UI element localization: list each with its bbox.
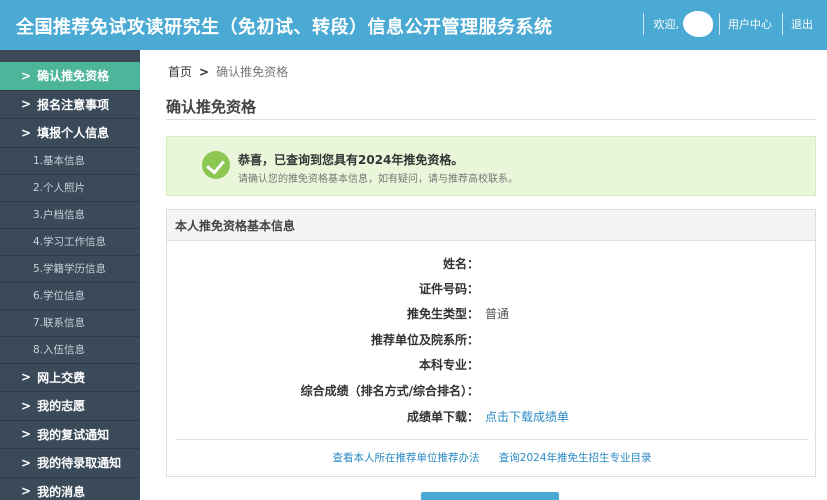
field-candidate-type: 推免生类型： 普通 <box>167 303 817 323</box>
field-overall-score: 综合成绩（排名方式/综合排名）： <box>167 380 817 400</box>
sidebar-item-confirm-eligibility[interactable]: > 确认推免资格 <box>0 62 140 91</box>
major-catalog-link[interactable]: 查询2024年推免生招生专业目录 <box>499 452 652 464</box>
sidebar-item-messages[interactable]: > 我的消息 <box>0 478 140 500</box>
sidebar-item-basic-info[interactable]: 1.基本信息 <box>0 148 140 175</box>
breadcrumb: 首页 > 确认推免资格 <box>168 63 288 80</box>
breadcrumb-home[interactable]: 首页 <box>168 63 192 80</box>
field-label: 综合成绩（排名方式/综合排名）： <box>300 384 479 398</box>
top-header: 全国推荐免试攻读研究生（免初试、转段）信息公开管理服务系统 欢迎, 用户中心 退… <box>0 0 827 50</box>
alert-sub-message: 请确认您的推免资格基本信息，如有疑问，请与推荐高校联系。 <box>238 174 518 185</box>
user-area: 欢迎, 用户中心 退出 <box>642 10 813 38</box>
field-label: 推荐单位及院系所： <box>370 333 479 347</box>
header-divider <box>782 13 783 35</box>
logout-link[interactable]: 退出 <box>791 16 813 32</box>
download-transcript-link[interactable]: 点击下载成绩单 <box>485 408 569 425</box>
panel-footer-links: 查看本人所在推荐单位推荐办法 查询2024年推免生招生专业目录 <box>167 450 817 465</box>
field-recommending-unit: 推荐单位及院系所： <box>167 329 817 349</box>
sidebar-item-education[interactable]: 5.学籍学历信息 <box>0 256 140 283</box>
sidebar-item-photo[interactable]: 2.个人照片 <box>0 175 140 202</box>
chevron-right-icon: > <box>21 398 32 413</box>
sidebar-item-admission-notice[interactable]: > 我的待录取通知 <box>0 449 140 478</box>
field-label: 姓名： <box>442 257 479 271</box>
field-id-number: 证件号码： <box>167 278 817 298</box>
chevron-right-icon: > <box>21 370 32 385</box>
field-transcript-download: 成绩单下载： 点击下载成绩单 <box>167 406 817 426</box>
chevron-right-icon: > <box>21 97 32 112</box>
chevron-right-icon: > <box>199 64 210 79</box>
system-title: 全国推荐免试攻读研究生（免初试、转段）信息公开管理服务系统 <box>16 17 553 38</box>
field-major: 本科专业： <box>167 354 817 374</box>
sidebar-item-applications[interactable]: > 我的志愿 <box>0 392 140 421</box>
chevron-right-icon: > <box>21 484 32 499</box>
user-center-link[interactable]: 用户中心 <box>728 16 772 32</box>
chevron-right-icon: > <box>21 455 32 470</box>
recommend-method-link[interactable]: 查看本人所在推荐单位推荐办法 <box>332 452 479 464</box>
check-circle-icon <box>202 151 230 179</box>
sidebar-item-interview-notice[interactable]: > 我的复试通知 <box>0 421 140 449</box>
field-label: 证件号码： <box>418 282 479 296</box>
sidebar-item-personal-info[interactable]: > 填报个人信息 <box>0 119 140 148</box>
field-label: 本科专业： <box>418 358 479 372</box>
panel-title: 本人推免资格基本信息 <box>167 210 815 241</box>
chevron-right-icon: > <box>21 427 32 442</box>
header-divider <box>719 13 720 35</box>
sidebar-item-notes[interactable]: > 报名注意事项 <box>0 91 140 119</box>
confirm-button[interactable] <box>421 492 559 500</box>
field-label: 推免生类型： <box>406 307 479 321</box>
sidebar-item-study-work[interactable]: 4.学习工作信息 <box>0 229 140 256</box>
sidebar-item-military[interactable]: 8.入伍信息 <box>0 337 140 364</box>
eligibility-info-panel: 本人推免资格基本信息 姓名： 证件号码： 推免生类型： 普通 推荐单位及院系所：… <box>166 209 816 477</box>
sidebar-item-contact[interactable]: 7.联系信息 <box>0 310 140 337</box>
chevron-right-icon: > <box>21 68 32 83</box>
alert-message: 恭喜，已查询到您具有2024年推免资格。 <box>238 153 464 167</box>
title-divider <box>166 119 816 120</box>
sidebar-nav: > 确认推免资格 > 报名注意事项 > 填报个人信息 1.基本信息 2.个人照片 3.… <box>0 50 140 500</box>
panel-divider <box>175 439 809 440</box>
breadcrumb-current: 确认推免资格 <box>216 65 289 79</box>
user-avatar <box>683 11 713 37</box>
chevron-right-icon: > <box>21 125 32 140</box>
sidebar-item-payment[interactable]: > 网上交费 <box>0 364 140 392</box>
field-name: 姓名： <box>167 253 817 273</box>
sidebar-item-household[interactable]: 3.户档信息 <box>0 202 140 229</box>
sidebar-item-degree[interactable]: 6.学位信息 <box>0 283 140 310</box>
welcome-text: 欢迎, <box>653 18 680 31</box>
field-label: 成绩单下载： <box>406 410 479 424</box>
header-divider <box>642 13 644 35</box>
success-alert: 恭喜，已查询到您具有2024年推免资格。 请确认您的推免资格基本信息，如有疑问，… <box>166 136 816 196</box>
field-value: 普通 <box>485 307 510 321</box>
page-title: 确认推免资格 <box>166 98 257 116</box>
